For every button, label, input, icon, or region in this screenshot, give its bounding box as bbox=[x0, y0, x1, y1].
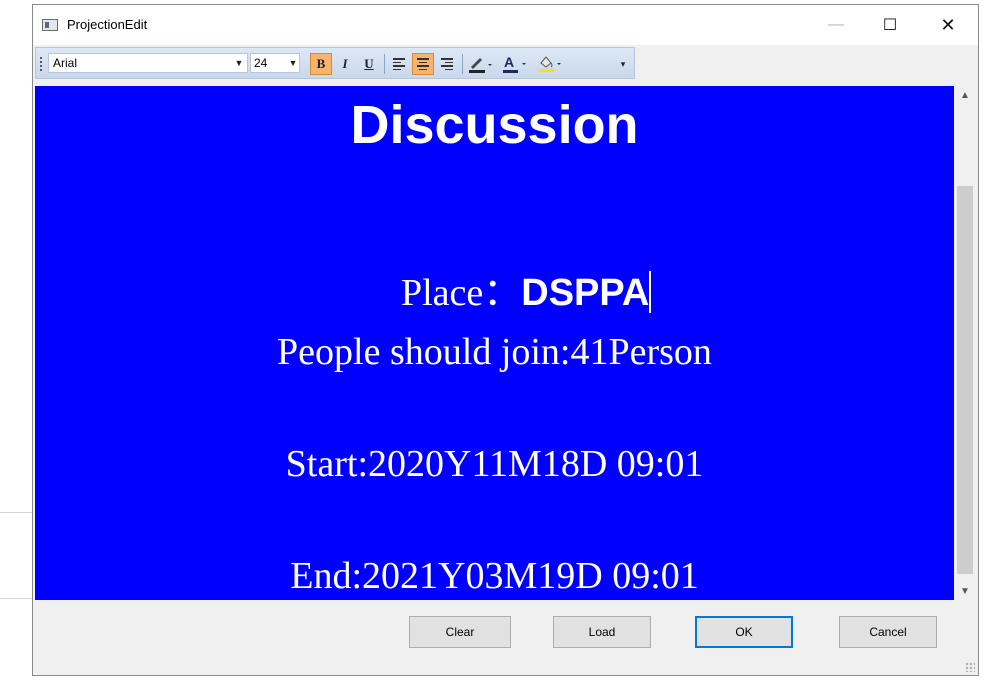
pen-color-button[interactable] bbox=[466, 53, 496, 75]
font-color-icon: A bbox=[503, 54, 526, 73]
pen-color-icon bbox=[469, 58, 492, 73]
align-center-icon bbox=[417, 56, 429, 72]
font-family-dropdown-icon[interactable]: ▼ bbox=[232, 53, 246, 73]
clear-button[interactable]: Clear bbox=[409, 616, 511, 648]
toolbar-overflow-button[interactable]: ▾ bbox=[616, 53, 630, 75]
load-button[interactable]: Load bbox=[553, 616, 651, 648]
projection-edit-window: ProjectionEdit — ☐ ✕ Arial ▼ 24 ▼ B I U bbox=[32, 4, 979, 676]
underline-icon: U bbox=[364, 56, 374, 71]
font-color-button[interactable]: A bbox=[500, 53, 530, 75]
minimize-button[interactable]: — bbox=[813, 5, 859, 45]
resize-grip-icon[interactable] bbox=[965, 662, 975, 672]
title-bar[interactable]: ProjectionEdit — ☐ ✕ bbox=[33, 5, 978, 45]
background-divider bbox=[0, 512, 32, 513]
align-right-icon bbox=[441, 56, 453, 72]
start-line: Start:2020Y11M18D 09:01 bbox=[285, 443, 704, 485]
align-right-button[interactable] bbox=[436, 53, 458, 75]
scroll-up-icon[interactable]: ▲ bbox=[955, 86, 975, 104]
maximize-button[interactable]: ☐ bbox=[867, 5, 913, 45]
font-size-value: 24 bbox=[254, 56, 268, 70]
close-button[interactable]: ✕ bbox=[925, 5, 971, 45]
svg-text:A: A bbox=[504, 54, 514, 70]
font-family-select[interactable]: Arial bbox=[48, 53, 248, 73]
place-label: Place： bbox=[400, 272, 522, 314]
text-caret bbox=[649, 271, 652, 313]
scrollbar-thumb[interactable] bbox=[957, 186, 973, 574]
cancel-button[interactable]: Cancel bbox=[839, 616, 937, 648]
toolbar-separator bbox=[384, 54, 385, 74]
scroll-down-icon[interactable]: ▼ bbox=[955, 582, 975, 600]
background-divider bbox=[0, 598, 32, 599]
toolbar-grip-icon[interactable] bbox=[40, 57, 42, 71]
bold-button[interactable]: B bbox=[310, 53, 332, 75]
window-title: ProjectionEdit bbox=[67, 17, 148, 32]
heading-text: Discussion bbox=[350, 95, 639, 155]
align-center-button[interactable] bbox=[412, 53, 434, 75]
align-left-button[interactable] bbox=[388, 53, 410, 75]
ok-button[interactable]: OK bbox=[695, 616, 793, 648]
people-line: People should join:41Person bbox=[277, 331, 712, 373]
place-value: DSPPA bbox=[521, 272, 650, 314]
projection-text-editor[interactable]: Discussion Place：DSPPA People should joi… bbox=[35, 86, 954, 600]
italic-button[interactable]: I bbox=[334, 53, 356, 75]
vertical-scrollbar[interactable]: ▲ ▼ bbox=[955, 86, 975, 600]
font-family-value: Arial bbox=[53, 56, 78, 70]
align-left-icon bbox=[393, 56, 405, 72]
fill-color-button[interactable] bbox=[534, 53, 566, 75]
app-window-icon bbox=[42, 19, 58, 31]
fill-color-icon bbox=[538, 56, 561, 72]
end-line: End:2021Y03M19D 09:01 bbox=[290, 555, 699, 597]
format-toolbar: Arial ▼ 24 ▼ B I U A ▾ bbox=[35, 47, 635, 79]
font-size-dropdown-icon[interactable]: ▼ bbox=[286, 53, 300, 73]
bold-icon: B bbox=[316, 56, 326, 71]
toolbar-separator bbox=[462, 54, 463, 74]
overflow-chevron-icon: ▾ bbox=[620, 58, 626, 69]
underline-button[interactable]: U bbox=[358, 53, 380, 75]
italic-icon: I bbox=[342, 56, 348, 71]
